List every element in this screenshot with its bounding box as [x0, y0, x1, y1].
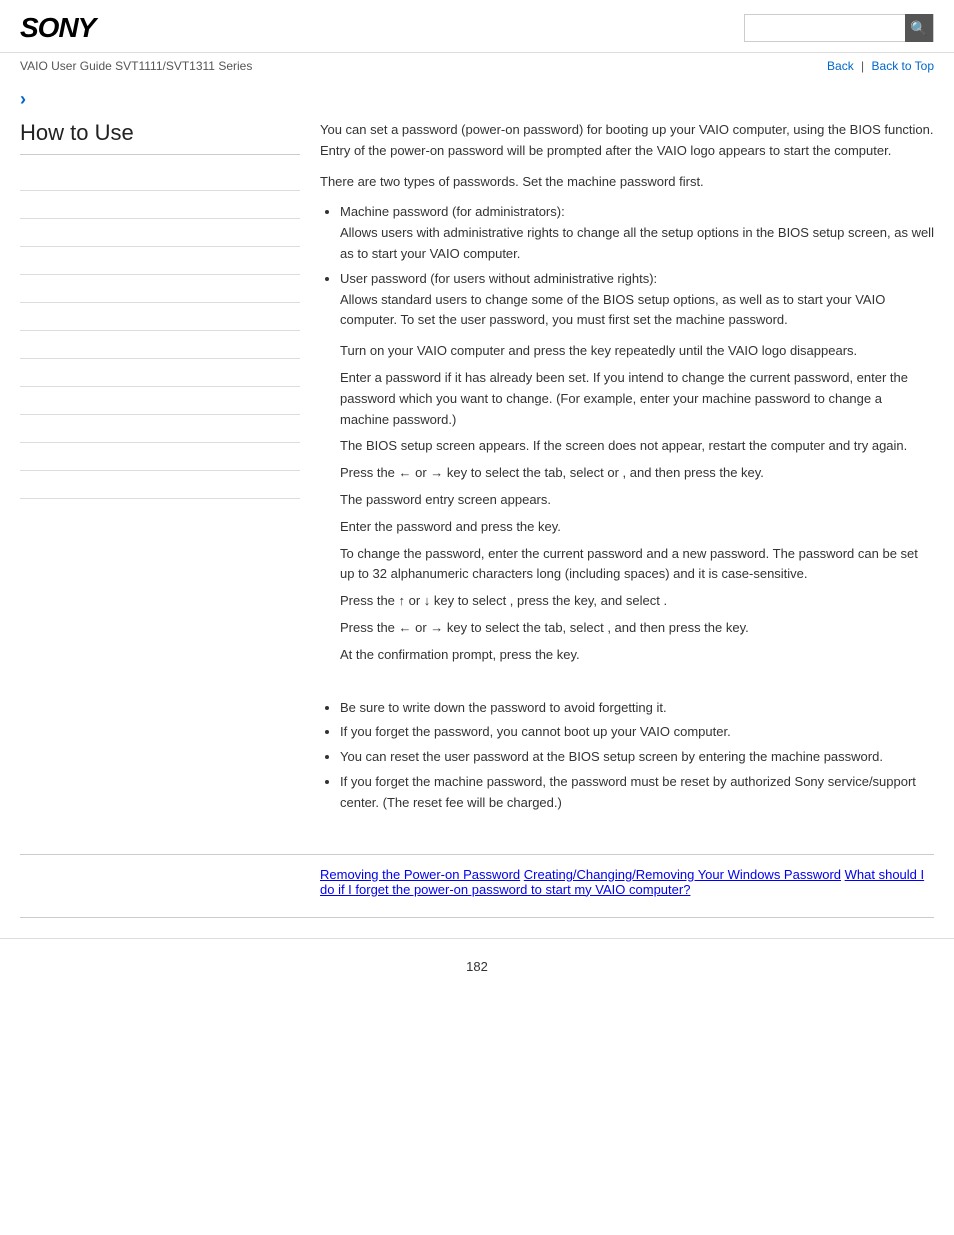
- step2: Enter a password if it has already been …: [340, 368, 934, 430]
- note1: Be sure to write down the password to av…: [340, 698, 934, 719]
- page-footer: 182: [0, 938, 954, 994]
- bullet1: Machine password (for administrators): A…: [340, 202, 934, 264]
- sidebar-item-10[interactable]: [20, 415, 300, 443]
- note2: If you forget the password, you cannot b…: [340, 722, 934, 743]
- step7: Press the ← or → key to select the tab, …: [340, 618, 934, 639]
- section-divider-bottom: [20, 917, 934, 918]
- bullet1-title: Machine password (for administrators):: [340, 204, 565, 219]
- sidebar-item-2[interactable]: [20, 191, 300, 219]
- back-to-top-link[interactable]: Back to Top: [872, 59, 934, 73]
- step5: Enter the password and press the key.: [340, 517, 934, 538]
- sidebar-item-6[interactable]: [20, 303, 300, 331]
- sidebar-item-9[interactable]: [20, 387, 300, 415]
- sidebar-item-8[interactable]: [20, 359, 300, 387]
- sidebar-item-5[interactable]: [20, 275, 300, 303]
- step8: At the confirmation prompt, press the ke…: [340, 645, 934, 666]
- main-content: How to Use You can set a password (power…: [0, 110, 954, 834]
- step4b: The password entry screen appears.: [340, 490, 934, 511]
- sidebar-item-4[interactable]: [20, 247, 300, 275]
- back-link[interactable]: Back: [827, 59, 854, 73]
- breadcrumb-arrow: ›: [20, 89, 26, 109]
- nav-links: Back | Back to Top: [827, 59, 934, 73]
- bullet1-body: Allows users with administrative rights …: [340, 225, 934, 261]
- header: SONY 🔍: [0, 0, 954, 53]
- search-button[interactable]: 🔍: [905, 14, 933, 42]
- notes-section: Be sure to write down the password to av…: [320, 682, 934, 814]
- step3: The BIOS setup screen appears. If the sc…: [340, 436, 934, 457]
- content-area: You can set a password (power-on passwor…: [320, 120, 934, 824]
- section-divider: [20, 854, 934, 855]
- sidebar-item-7[interactable]: [20, 331, 300, 359]
- password-types-list: Machine password (for administrators): A…: [340, 202, 934, 331]
- sidebar-item-12[interactable]: [20, 471, 300, 499]
- bullet2: User password (for users without adminis…: [340, 269, 934, 331]
- page-number: 182: [466, 959, 488, 974]
- step5b: To change the password, enter the curren…: [340, 544, 934, 586]
- sidebar: How to Use: [20, 120, 300, 824]
- sidebar-item-1[interactable]: [20, 163, 300, 191]
- notes-list: Be sure to write down the password to av…: [340, 698, 934, 814]
- sidebar-item-3[interactable]: [20, 219, 300, 247]
- sidebar-item-11[interactable]: [20, 443, 300, 471]
- para2: There are two types of passwords. Set th…: [320, 172, 934, 193]
- step1: Turn on your VAIO computer and press the…: [340, 341, 934, 362]
- nav-bar: VAIO User Guide SVT1111/SVT1311 Series B…: [0, 53, 954, 79]
- footer-link-2[interactable]: Creating/Changing/Removing Your Windows …: [524, 867, 841, 882]
- footer-link-1[interactable]: Removing the Power-on Password: [320, 867, 520, 882]
- footer-links: Removing the Power-on Password Creating/…: [320, 867, 934, 897]
- sony-logo: SONY: [20, 12, 95, 44]
- search-box: 🔍: [744, 14, 934, 42]
- back-to-top-label: Back to Top: [872, 59, 934, 73]
- note4: If you forget the machine password, the …: [340, 772, 934, 814]
- sidebar-title: How to Use: [20, 120, 300, 155]
- step4: Press the ← or → key to select the tab, …: [340, 463, 934, 484]
- search-input[interactable]: [745, 15, 905, 41]
- footer-links-section: Removing the Power-on Password Creating/…: [0, 854, 954, 918]
- guide-title: VAIO User Guide SVT1111/SVT1311 Series: [20, 59, 252, 73]
- para1: You can set a password (power-on passwor…: [320, 120, 934, 162]
- nav-separator: |: [861, 59, 864, 73]
- breadcrumb-section: ›: [0, 79, 954, 110]
- bullet2-title: User password (for users without adminis…: [340, 271, 657, 286]
- step6: Press the ↑ or ↓ key to select , press t…: [340, 591, 934, 612]
- bullet2-body: Allows standard users to change some of …: [340, 292, 885, 328]
- steps-block: Turn on your VAIO computer and press the…: [340, 341, 934, 665]
- search-icon: 🔍: [910, 20, 927, 37]
- note3: You can reset the user password at the B…: [340, 747, 934, 768]
